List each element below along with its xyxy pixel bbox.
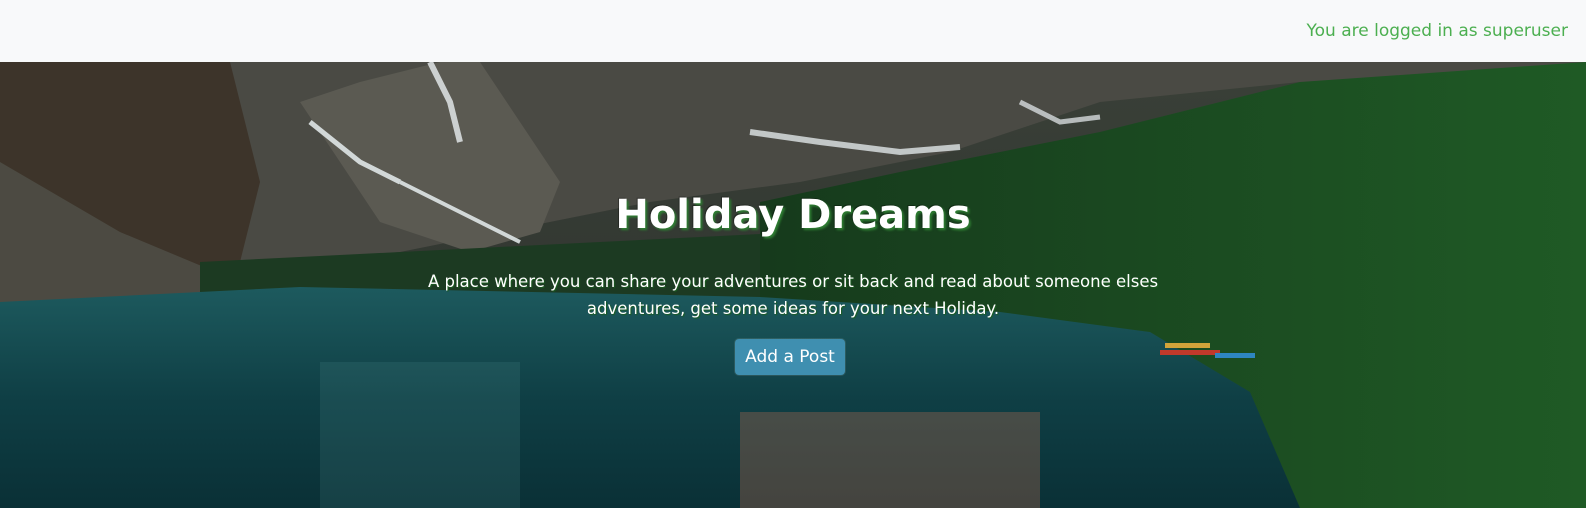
hero-banner: Holiday Dreams A place where you can sha… [0,62,1586,508]
hero-content: Holiday Dreams A place where you can sha… [0,62,1586,508]
hero-subtitle: A place where you can share your adventu… [427,272,1159,318]
add-post-button[interactable]: Add a Post [735,339,845,375]
hero-title: Holiday Dreams [615,192,971,238]
top-navbar: You are logged in as superuser [0,0,1586,62]
login-status-text: You are logged in as superuser [1306,21,1569,41]
